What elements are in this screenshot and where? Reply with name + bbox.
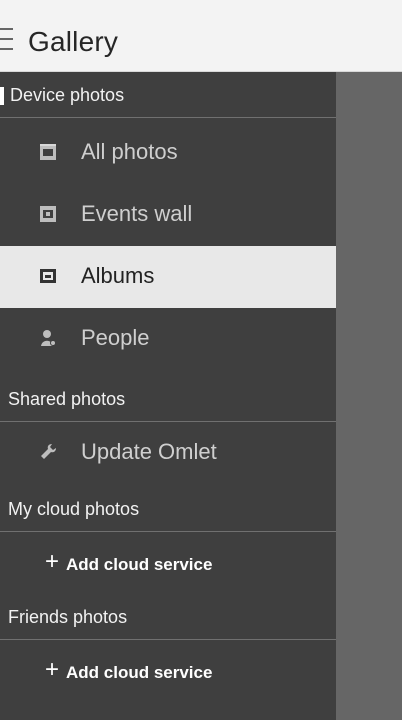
- add-cloud-service-button[interactable]: + Add cloud service: [0, 640, 336, 702]
- photos-icon: [40, 144, 56, 160]
- drawer-item-events-wall[interactable]: Events wall: [0, 184, 336, 246]
- add-cloud-service-label: Add cloud service: [66, 555, 213, 574]
- drawer-item-label: People: [81, 325, 150, 350]
- menu-icon[interactable]: [0, 28, 18, 52]
- drawer-item-label: Events wall: [81, 201, 193, 226]
- section-header-shared-photos: Shared photos: [0, 376, 336, 422]
- app-header: Gallery: [0, 0, 402, 72]
- plus-icon: +: [45, 656, 60, 683]
- section-header-my-cloud-photos: My cloud photos: [0, 486, 336, 532]
- section-label: My cloud photos: [8, 499, 140, 519]
- content-area: [336, 72, 402, 720]
- gallery-app: Gallery Device photos All photos Events …: [0, 0, 402, 720]
- section-label: Friends photos: [8, 607, 128, 627]
- drawer-item-albums[interactable]: Albums: [0, 246, 336, 308]
- section-label: Device photos: [10, 85, 125, 105]
- drawer-item-people[interactable]: People: [0, 308, 336, 370]
- wrench-icon: [41, 444, 56, 459]
- drawer-item-label: Update Omlet: [81, 439, 217, 464]
- drawer-item-update-omlet[interactable]: Update Omlet: [0, 422, 336, 484]
- section-label: Shared photos: [8, 389, 126, 409]
- drawer-item-label: All photos: [81, 139, 178, 164]
- page-title: Gallery: [28, 26, 119, 57]
- albums-icon: [40, 269, 56, 283]
- section-header-friends-photos: Friends photos: [0, 594, 336, 640]
- navigation-drawer: Device photos All photos Events wall Alb…: [0, 72, 336, 720]
- drawer-item-label: Albums: [81, 263, 155, 288]
- plus-icon: +: [45, 548, 60, 575]
- add-cloud-service-label: Add cloud service: [66, 663, 213, 682]
- people-icon: [41, 330, 56, 346]
- add-cloud-service-button[interactable]: + Add cloud service: [0, 532, 336, 594]
- section-marker: [0, 87, 4, 105]
- drawer-item-all-photos[interactable]: All photos: [0, 122, 336, 184]
- events-wall-icon: [40, 206, 56, 222]
- section-header-device-photos: Device photos: [0, 72, 336, 118]
